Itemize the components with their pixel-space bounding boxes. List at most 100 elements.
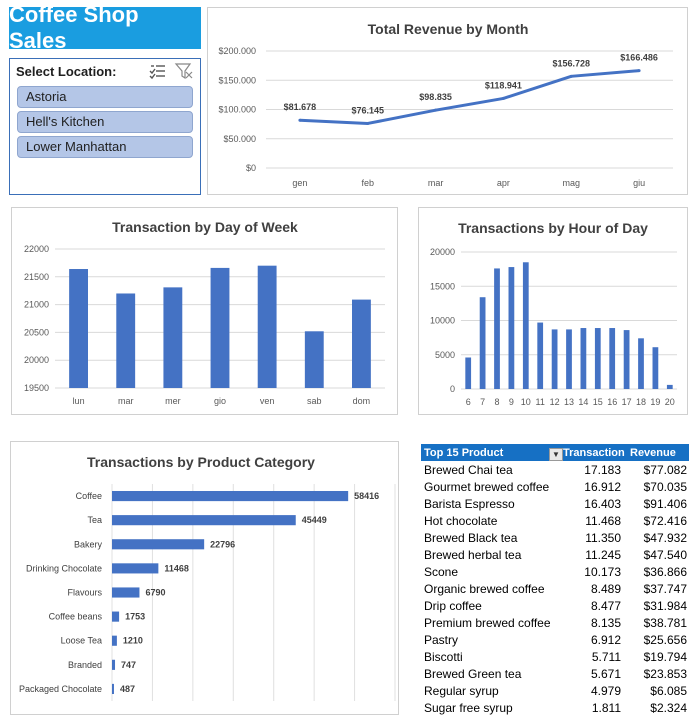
revenue-cell: $6.085 [650,683,687,698]
table-row: Hot chocolate 11.468 $72.416 [421,512,689,529]
revenue-cell: $38.781 [643,615,687,630]
transaction-cell: 16.912 [584,479,621,494]
column-header-product[interactable]: Top 15 Product ▼ [421,446,563,461]
transaction-cell: 5.711 [591,649,621,664]
revenue-cell: $72.416 [643,513,687,528]
table-body: Brewed Chai tea 17.183 $77.082 Gourmet brew… [421,461,689,716]
x-tick-label: 12 [550,397,560,407]
transaction-cell: 11.350 [585,530,621,545]
y-tick-label: Loose Tea [61,636,102,646]
table-row: Premium brewed coffee 8.135 $38.781 [421,614,689,631]
revenue-cell: $23.853 [643,666,687,681]
weekday-chart-panel: Transaction by Day of Week 19500 20000 2050… [11,207,398,415]
x-tick-label: apr [497,178,510,188]
table-row: Sugar free syrup 1.811 $2.324 [421,699,689,716]
data-label: $156.728 [552,58,590,68]
bar [537,322,544,389]
dashboard-title: Coffee Shop Sales [9,2,201,53]
product-cell: Barista Espresso [424,496,515,511]
bar [69,269,88,388]
bar [508,267,515,389]
transaction-cell: 1.811 [591,700,621,715]
hour-bar-chart: Transactions by Hour of Day 0 5000 10000 150… [430,220,677,407]
data-point [569,74,573,78]
table-row: Gourmet brewed coffee 16.912 $70.035 [421,478,689,495]
revenue-cell: $31.984 [643,598,687,613]
slicer-item-lower-manhattan[interactable]: Lower Manhattan [17,136,193,158]
y-tick-label: 22000 [24,244,49,254]
product-cell: Regular syrup [424,683,499,698]
transaction-cell: 16.403 [584,496,621,511]
x-tick-label: ven [260,396,275,406]
data-point [637,69,641,73]
x-tick-label: 13 [564,397,574,407]
data-label: 1210 [123,636,143,646]
hour-chart-panel: Transactions by Hour of Day 0 5000 10000 150… [418,207,688,415]
clear-filter-icon[interactable] [174,62,194,80]
y-tick-label: Drinking Chocolate [26,563,102,573]
bar [652,347,659,389]
y-tick-label: $100.000 [218,105,256,115]
data-label: $76.145 [351,105,384,115]
top-products-table: Top 15 Product ▼ Transaction Revenue Bre… [421,444,689,716]
bar [112,490,349,502]
multi-select-icon[interactable] [148,62,168,80]
transaction-cell: 10.173 [584,564,621,579]
data-label: $81.678 [284,102,317,112]
revenue-cell: $91.406 [643,496,687,511]
bar [116,293,136,388]
y-tick-label: 15000 [430,281,455,291]
transaction-cell: 11.468 [585,513,621,528]
data-label: $98.835 [419,92,452,102]
bar [304,331,324,388]
table-row: Organic brewed coffee 8.489 $37.747 [421,580,689,597]
y-tick-label: 0 [450,384,455,394]
x-tick-label: 9 [509,397,514,407]
chart-title: Transaction by Day of Week [112,219,298,235]
y-tick-label: 20000 [24,355,49,365]
slicer-item-hells-kitchen[interactable]: Hell's Kitchen [17,111,193,133]
y-tick-label: 21500 [24,272,49,282]
sort-filter-icon[interactable]: ▼ [549,447,563,461]
data-label: 22796 [210,539,235,549]
x-tick-label: mar [118,396,134,406]
bar [112,539,205,550]
x-tick-label: feb [361,178,374,188]
x-tick-label: 18 [636,397,646,407]
product-cell: Pastry [424,632,459,647]
x-tick-label: lun [73,396,85,406]
data-point [501,96,505,100]
bar [522,262,529,389]
bar [465,357,472,389]
x-tick-label: 20 [665,397,675,407]
category-chart-panel: Transactions by Product Category Coffee 58… [10,441,399,715]
x-tick-label: mag [562,178,580,188]
x-tick-label: 15 [593,397,603,407]
revenue-cell: $2.324 [650,700,687,715]
transaction-cell: 11.245 [585,547,621,562]
data-point [298,118,302,122]
bar [494,268,500,389]
product-cell: Organic brewed coffee [424,581,545,596]
weekday-bar-chart: Transaction by Day of Week 19500 20000 2050… [24,219,385,406]
table-row: Scone 10.173 $36.866 [421,563,689,580]
revenue-cell: $70.035 [643,479,687,494]
column-header-product-label: Top 15 Product [424,446,504,459]
x-tick-label: giu [633,178,645,188]
y-tick-label: 5000 [435,350,455,360]
product-cell: Sugar free syrup [424,700,513,715]
x-tick-label: mer [165,396,181,406]
category-bar-chart: Transactions by Product Category Coffee 58… [19,454,396,701]
revenue-cell: $36.866 [643,564,687,579]
product-cell: Drip coffee [424,598,482,613]
x-tick-label: 19 [650,397,660,407]
y-tick-label: Tea [87,515,102,525]
revenue-line-chart: Total Revenue by Month $0 $50.000 $100.000 $… [218,21,673,188]
location-slicer: Select Location: Astoria Hell's Kitchen … [9,58,201,195]
y-tick-label: 20500 [24,327,49,337]
revenue-cell: $25.656 [643,632,687,647]
data-label: $118.941 [485,80,522,90]
slicer-item-astoria[interactable]: Astoria [17,86,193,108]
transaction-cell: 8.477 [590,598,621,613]
data-label: 45449 [302,515,327,525]
